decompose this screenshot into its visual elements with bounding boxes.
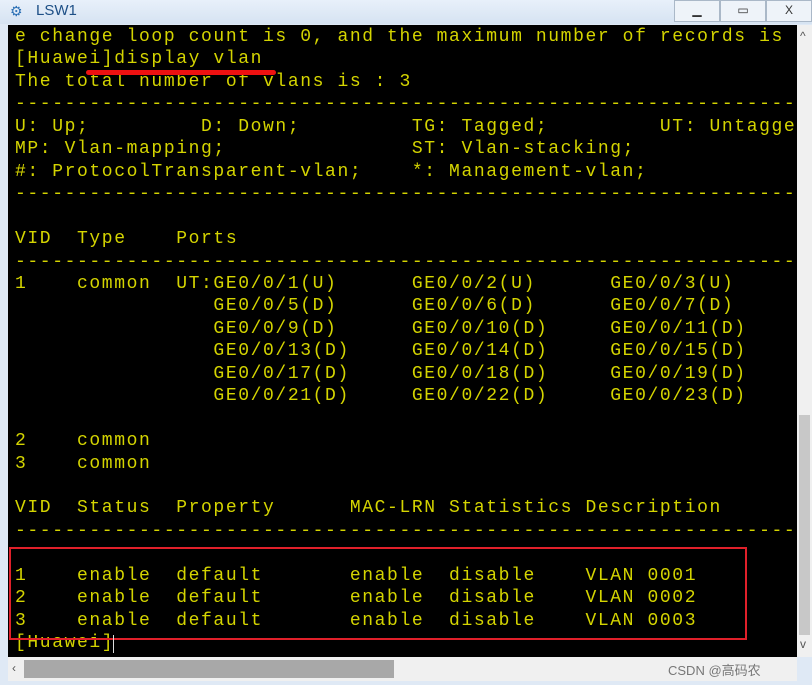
scroll-up-icon[interactable]: ^ — [800, 29, 806, 43]
terminal-line: GE0/0/17(D) GE0/0/18(D) GE0/0/19(D) GE0/… — [213, 363, 747, 384]
app-icon: ⚙ — [10, 3, 23, 19]
terminal-line: 1 common UT:GE0/0/1(U) GE0/0/2(U) GE0/0/… — [15, 273, 735, 294]
terminal-line: [Huawei]display vlan — [15, 49, 264, 70]
close-button[interactable]: X — [766, 0, 812, 22]
watermark: CSDN @高码农 — [668, 663, 761, 678]
terminal-line: ----------------------------------------… — [15, 520, 797, 541]
terminal-line: GE0/0/13(D) GE0/0/14(D) GE0/0/15(D) GE0/… — [213, 341, 747, 362]
terminal-line: VID Type Ports — [15, 229, 239, 250]
terminal-line: GE0/0/21(D) GE0/0/22(D) GE0/0/23(D) GE0/… — [213, 386, 747, 407]
vertical-scrollbar[interactable]: ^ v — [797, 25, 812, 657]
scroll-down-icon[interactable]: v — [800, 637, 806, 651]
terminal-line: GE0/0/9(D) GE0/0/10(D) GE0/0/11(D) GE0/0… — [213, 318, 747, 339]
text-cursor — [113, 635, 114, 653]
maximize-button[interactable]: ▭ — [720, 0, 766, 22]
window-title: LSW1 — [36, 2, 77, 19]
horizontal-scroll-thumb[interactable] — [24, 660, 394, 678]
minimize-button[interactable]: ▁ — [674, 0, 720, 22]
scroll-left-icon[interactable]: ‹ — [12, 661, 16, 675]
terminal-line: #: ProtocolTransparent-vlan; *: Manageme… — [15, 161, 648, 182]
terminal-line: MP: Vlan-mapping; ST: Vlan-stacking; — [15, 139, 636, 160]
terminal-line: ----------------------------------------… — [15, 251, 797, 272]
annotation-box — [9, 547, 747, 640]
terminal-line: U: Up; D: Down; TG: Tagged; UT: Untagged… — [15, 116, 797, 137]
terminal-line: 3 common — [15, 453, 152, 474]
vertical-scroll-thumb[interactable] — [799, 415, 810, 635]
terminal-line: e change loop count is 0, and the maximu… — [15, 27, 784, 47]
terminal-line: ----------------------------------------… — [15, 94, 797, 115]
title-bar: ⚙ LSW1 ▁ ▭ X — [0, 0, 812, 24]
annotation-underline — [86, 70, 276, 75]
terminal-line: ----------------------------------------… — [15, 184, 797, 205]
terminal-line: GE0/0/5(D) GE0/0/6(D) GE0/0/7(D) GE0/0/8… — [213, 296, 735, 317]
terminal-line: 2 common — [15, 431, 152, 452]
terminal-line: VID Status Property MAC-LRN Statistics D… — [15, 498, 722, 519]
